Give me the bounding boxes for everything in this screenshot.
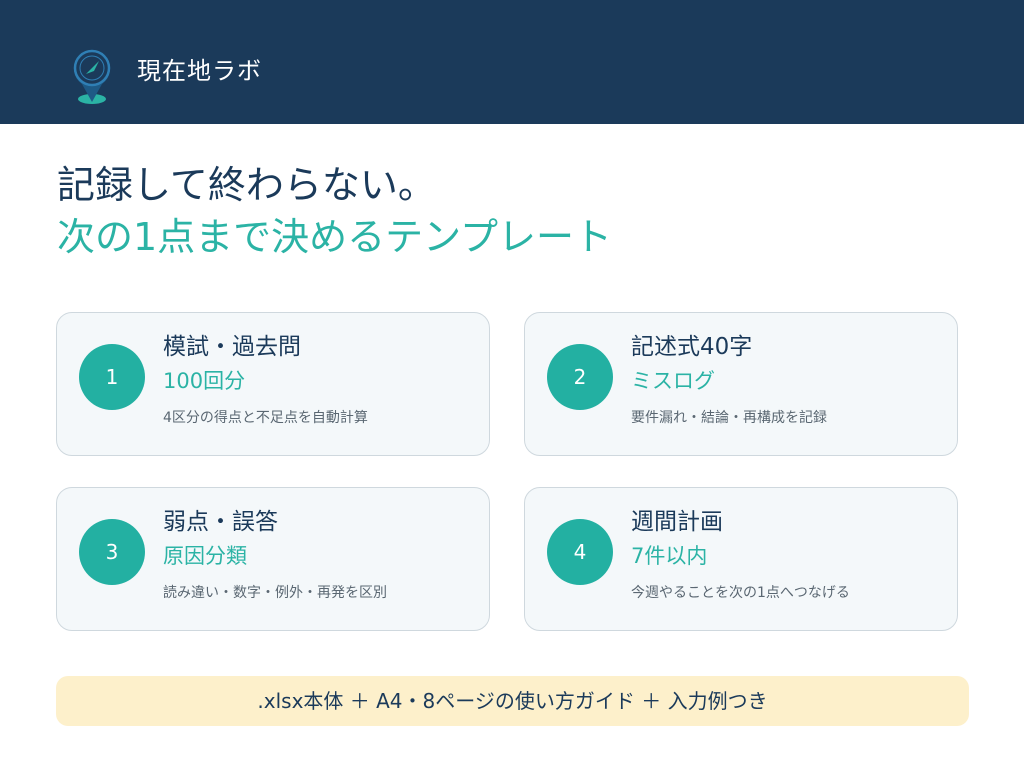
card-subtitle: 100回分	[163, 369, 246, 393]
feature-card-3: 3 弱点・誤答 原因分類 読み違い・数字・例外・再発を区別	[56, 487, 490, 631]
card-number-badge: 1	[79, 344, 145, 410]
card-title: 模試・過去問	[163, 334, 301, 360]
card-description: 今週やることを次の1点へつなげる	[631, 585, 850, 601]
card-number-badge: 4	[547, 519, 613, 585]
feature-card-2: 2 記述式40字 ミスログ 要件漏れ・結論・再構成を記録	[524, 312, 958, 456]
brand-name: 現在地ラボ	[137, 57, 262, 85]
headline-secondary: 次の1点まで決めるテンプレート	[57, 215, 613, 259]
headline-primary: 記録して終わらない。	[57, 163, 436, 207]
card-description: 4区分の得点と不足点を自動計算	[163, 410, 368, 426]
card-number-badge: 3	[79, 519, 145, 585]
card-description: 読み違い・数字・例外・再発を区別	[163, 585, 387, 601]
card-description: 要件漏れ・結論・再構成を記録	[631, 410, 827, 426]
location-compass-icon	[73, 49, 111, 104]
card-subtitle: 原因分類	[163, 544, 247, 568]
card-title: 弱点・誤答	[163, 509, 278, 535]
card-subtitle: ミスログ	[631, 369, 715, 393]
feature-card-4: 4 週間計画 7件以内 今週やることを次の1点へつなげる	[524, 487, 958, 631]
feature-card-1: 1 模試・過去問 100回分 4区分の得点と不足点を自動計算	[56, 312, 490, 456]
card-title: 週間計画	[631, 509, 723, 535]
card-number-badge: 2	[547, 344, 613, 410]
bundle-banner: .xlsx本体 ＋ A4・8ページの使い方ガイド ＋ 入力例つき	[56, 676, 969, 726]
card-title: 記述式40字	[631, 334, 753, 360]
header-bar: 現在地ラボ	[0, 0, 1024, 124]
card-subtitle: 7件以内	[631, 544, 708, 568]
